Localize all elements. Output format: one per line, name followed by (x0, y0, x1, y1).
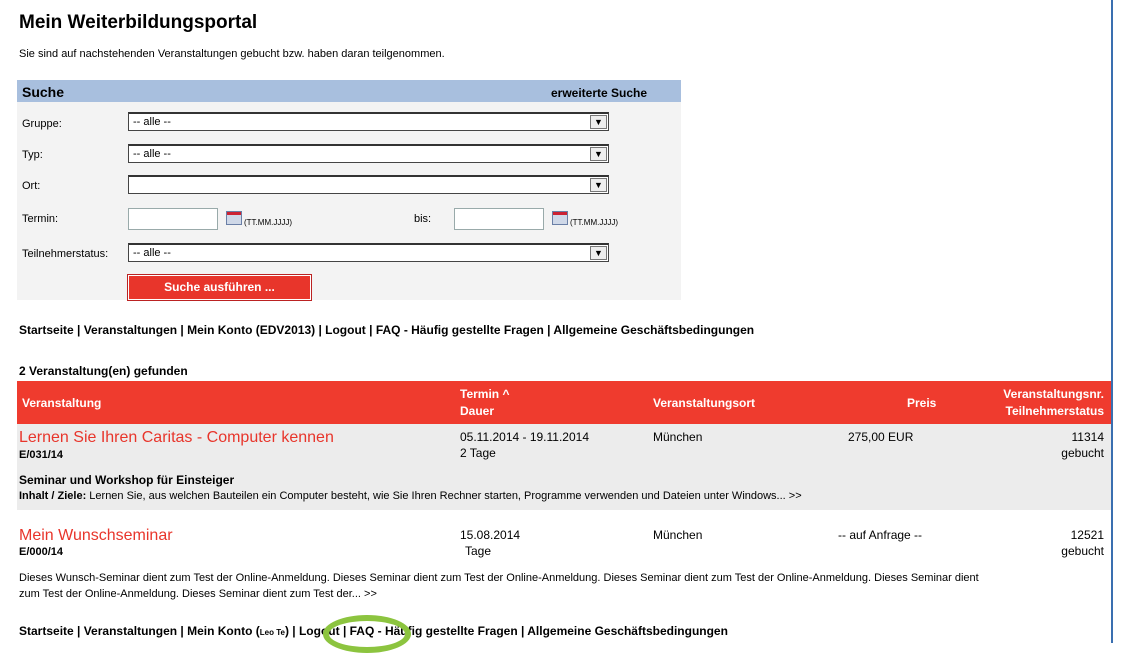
group-select[interactable]: -- alle -- ▼ (128, 112, 609, 131)
intro-text: Sie sind auf nachstehenden Veranstaltung… (19, 48, 445, 60)
event-title-link[interactable]: Lernen Sie Ihren Caritas - Computer kenn… (19, 429, 334, 447)
place-select[interactable]: ▼ (128, 175, 609, 194)
event-description: Inhalt / Ziele: Lernen Sie, aus welchen … (19, 490, 802, 502)
date-to-label: bis: (414, 213, 432, 225)
col-date[interactable]: Termin ^ (460, 387, 509, 401)
event-number: 12521 (1070, 528, 1104, 542)
type-label: Typ: (22, 149, 43, 161)
chevron-down-icon: ▼ (590, 147, 607, 161)
chevron-down-icon: ▼ (590, 246, 607, 260)
event-code: E/000/14 (19, 546, 64, 558)
search-title: Suche (22, 84, 65, 100)
chevron-down-icon: ▼ (590, 178, 607, 192)
results-count: 2 Veranstaltung(en) gefunden (19, 364, 188, 378)
logout-highlight-oval (323, 615, 411, 653)
event-subtitle: Seminar und Workshop für Einsteiger (19, 473, 235, 487)
col-number[interactable]: Veranstaltungsnr. (946, 387, 1104, 401)
event-title-link[interactable]: Mein Wunschseminar (19, 527, 173, 545)
group-label: Gruppe: (22, 118, 62, 130)
sort-up-icon: ^ (502, 387, 510, 401)
date-format-hint: (TT.MM.JJJJ) (244, 218, 292, 227)
event-code: E/031/14 (19, 449, 64, 461)
chevron-down-icon: ▼ (590, 115, 607, 129)
col-duration[interactable]: Dauer (460, 404, 494, 418)
col-price[interactable]: Preis (907, 396, 936, 410)
account-user-name: Leo Te (259, 628, 285, 637)
date-label: Termin: (22, 213, 59, 225)
top-navigation[interactable]: Startseite | Veranstaltungen | Mein Kont… (19, 323, 754, 337)
status-label: Teilnehmerstatus: (22, 248, 109, 260)
event-description[interactable]: zum Test der Online-Anmeldung. Dieses Se… (19, 588, 377, 600)
event-place: München (653, 430, 703, 444)
page-title: Mein Weiterbildungsportal (19, 12, 258, 33)
col-event[interactable]: Veranstaltung (22, 396, 101, 410)
type-select[interactable]: -- alle -- ▼ (128, 144, 609, 163)
event-date: 05.11.2014 - 19.11.2014 (460, 430, 589, 444)
date-from-input[interactable] (128, 208, 218, 230)
event-price: 275,00 EUR (848, 430, 914, 444)
place-label: Ort: (22, 180, 41, 192)
date-to-input[interactable] (454, 208, 544, 230)
calendar-icon[interactable] (552, 211, 568, 225)
event-price: -- auf Anfrage -- (838, 528, 923, 542)
date-format-hint: (TT.MM.JJJJ) (570, 218, 618, 227)
event-number: 11314 (1071, 430, 1104, 444)
col-place[interactable]: Veranstaltungsort (653, 396, 755, 410)
event-description: Dieses Wunsch-Seminar dient zum Test der… (19, 572, 979, 584)
search-button[interactable]: Suche ausführen ... (128, 275, 311, 300)
advanced-search-link[interactable]: erweiterte Suche (551, 86, 647, 100)
event-place: München (653, 528, 703, 542)
event-status: gebucht (1061, 544, 1104, 558)
calendar-icon[interactable] (226, 211, 242, 225)
status-select[interactable]: -- alle -- ▼ (128, 243, 609, 262)
event-duration: Tage (465, 544, 492, 558)
col-status[interactable]: Teilnehmerstatus (946, 404, 1104, 418)
event-status: gebucht (1061, 446, 1104, 460)
event-date: 15.08.2014 (460, 528, 521, 542)
event-duration: 2 Tage (460, 446, 496, 460)
